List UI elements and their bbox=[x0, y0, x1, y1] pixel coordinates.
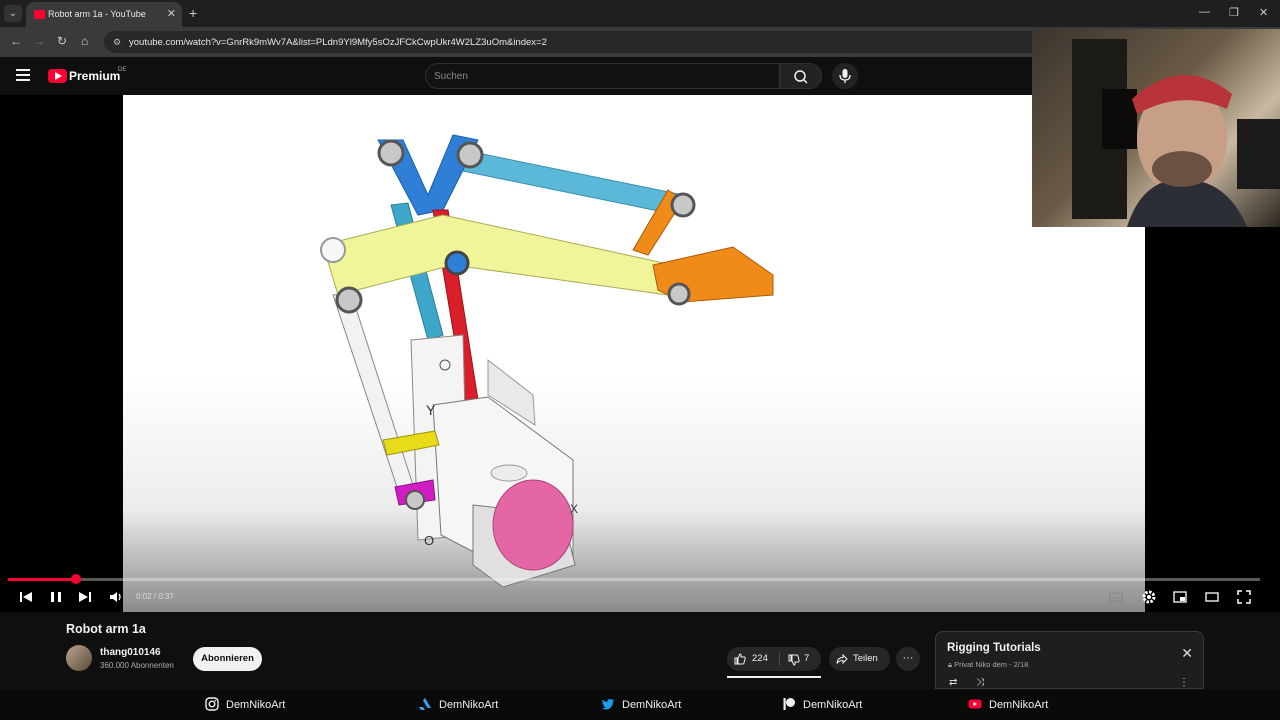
dislike-count: 7 bbox=[804, 653, 810, 664]
channel-avatar[interactable] bbox=[66, 645, 92, 671]
playlist-privacy: Privat bbox=[954, 660, 974, 669]
youtube-icon bbox=[968, 699, 982, 709]
back-icon[interactable]: ← bbox=[10, 34, 22, 48]
playlist-menu-icon[interactable]: ⋮ bbox=[1179, 677, 1189, 688]
fullscreen-icon[interactable] bbox=[1236, 589, 1252, 605]
artstation-icon bbox=[419, 698, 431, 710]
robot-arm-illustration: Y X O bbox=[320, 134, 774, 588]
playlist-meta: 🔒︎ Privat Niko dem - 2/18 bbox=[948, 660, 1028, 670]
instagram-icon bbox=[205, 697, 219, 711]
pause-icon[interactable] bbox=[48, 589, 64, 605]
social-label: DemNikoArt bbox=[622, 699, 682, 711]
social-twitter: DemNikoArt bbox=[601, 697, 681, 711]
search-input[interactable]: Suchen bbox=[425, 63, 780, 89]
microphone-icon bbox=[839, 69, 851, 83]
more-actions-button[interactable]: ··· bbox=[896, 647, 920, 671]
patreon-icon bbox=[783, 698, 795, 710]
social-links-bar: DemNikoArt DemNikoArt DemNikoArt DemNiko… bbox=[0, 690, 1280, 720]
video-frame[interactable]: Y X O 翻译: blueblur青逮 bbox=[123, 95, 1145, 612]
youtube-premium-label[interactable]: Premium bbox=[69, 69, 120, 83]
scene-x-axis-label: X bbox=[570, 502, 578, 516]
subscribe-button[interactable]: Abonnieren bbox=[193, 647, 262, 671]
tab-search-icon[interactable]: ⌄ bbox=[4, 5, 22, 22]
webcam-overlay bbox=[1032, 29, 1280, 227]
site-info-icon[interactable]: ⚙ bbox=[111, 36, 123, 48]
social-artstation: DemNikoArt bbox=[418, 697, 498, 711]
playlist-owner-position: Niko dem - 2/18 bbox=[975, 660, 1029, 669]
webcam-person-image bbox=[1072, 39, 1280, 227]
search-button[interactable] bbox=[780, 63, 822, 89]
twitter-icon bbox=[601, 699, 614, 710]
new-tab-icon[interactable]: + bbox=[189, 5, 197, 21]
tab-close-icon[interactable]: ✕ bbox=[167, 7, 176, 20]
home-icon[interactable]: ⌂ bbox=[81, 34, 88, 48]
social-youtube: DemNikoArt bbox=[968, 697, 1048, 711]
address-bar[interactable]: ⚙ youtube.com/watch?v=GnrRk9mWv7A&list=P… bbox=[104, 31, 1044, 53]
subscriber-count: 360.000 Abonnenten bbox=[100, 661, 174, 670]
more-horizontal-icon: ··· bbox=[902, 652, 914, 664]
voice-search-button[interactable] bbox=[832, 63, 858, 89]
loop-icon[interactable]: ⇄ bbox=[949, 677, 957, 688]
time-display: 0:02 / 0:37 bbox=[136, 592, 174, 601]
thumbs-up-icon bbox=[734, 653, 746, 665]
volume-icon[interactable] bbox=[108, 589, 124, 605]
progress-played bbox=[8, 578, 76, 581]
playlist-title[interactable]: Rigging Tutorials bbox=[947, 642, 1041, 654]
subtitles-icon[interactable] bbox=[1108, 589, 1124, 605]
video-title: Robot arm 1a bbox=[66, 622, 146, 636]
theater-mode-icon[interactable] bbox=[1204, 589, 1220, 605]
social-label: DemNikoArt bbox=[439, 699, 499, 711]
search-placeholder: Suchen bbox=[434, 71, 468, 82]
minimize-icon[interactable]: — bbox=[1199, 6, 1210, 18]
reload-icon[interactable]: ↻ bbox=[57, 34, 67, 48]
share-icon bbox=[836, 653, 848, 665]
browser-tab[interactable]: Robot arm 1a - YouTube ✕ bbox=[26, 2, 182, 27]
lock-icon: 🔒︎ bbox=[948, 660, 952, 669]
scene-origin-label: O bbox=[424, 533, 434, 548]
dislike-button[interactable]: 7 bbox=[780, 647, 821, 671]
channel-name[interactable]: thang010146 bbox=[100, 647, 161, 658]
settings-gear-icon[interactable] bbox=[1141, 589, 1157, 605]
like-ratio-underline bbox=[727, 676, 821, 678]
window-close-icon[interactable]: ✕ bbox=[1259, 6, 1268, 19]
youtube-favicon-icon bbox=[34, 10, 45, 19]
country-code: DE bbox=[118, 67, 127, 73]
tab-title: Robot arm 1a - YouTube bbox=[48, 9, 146, 19]
progress-bar[interactable] bbox=[8, 574, 1260, 584]
scene-y-axis-label: Y bbox=[426, 402, 436, 418]
social-instagram: DemNikoArt bbox=[205, 697, 285, 711]
forward-icon[interactable]: → bbox=[33, 34, 45, 48]
youtube-logo-icon[interactable] bbox=[48, 69, 67, 83]
menu-icon[interactable] bbox=[16, 69, 30, 81]
like-count: 224 bbox=[752, 653, 768, 664]
social-label: DemNikoArt bbox=[226, 699, 286, 711]
url-text[interactable]: youtube.com/watch?v=GnrRk9mWv7A&list=PLd… bbox=[129, 37, 547, 48]
restore-icon[interactable]: ❐ bbox=[1229, 6, 1239, 19]
playlist-close-icon[interactable]: ✕ bbox=[1181, 645, 1193, 662]
share-button[interactable]: Teilen bbox=[829, 647, 890, 671]
progress-scrubber[interactable] bbox=[71, 574, 81, 584]
next-icon[interactable] bbox=[77, 589, 93, 605]
shuffle-icon[interactable]: ⤨ bbox=[976, 677, 984, 688]
social-label: DemNikoArt bbox=[989, 699, 1049, 711]
previous-icon[interactable] bbox=[18, 589, 34, 605]
miniplayer-icon[interactable] bbox=[1172, 589, 1188, 605]
social-patreon: DemNikoArt bbox=[782, 697, 862, 711]
social-label: DemNikoArt bbox=[803, 699, 863, 711]
search-icon bbox=[794, 70, 808, 84]
browser-tab-strip: ⌄ Robot arm 1a - YouTube ✕ + — ❐ ✕ bbox=[0, 0, 1280, 27]
thumbs-down-icon bbox=[788, 654, 800, 666]
share-label: Teilen bbox=[853, 653, 878, 664]
playlist-panel: Rigging Tutorials 🔒︎ Privat Niko dem - 2… bbox=[935, 631, 1204, 689]
like-button[interactable]: 224 bbox=[727, 647, 779, 671]
subtitle-watermark: 翻译: blueblur青逮 bbox=[780, 588, 870, 600]
like-dislike-group: 224 7 bbox=[727, 647, 821, 671]
